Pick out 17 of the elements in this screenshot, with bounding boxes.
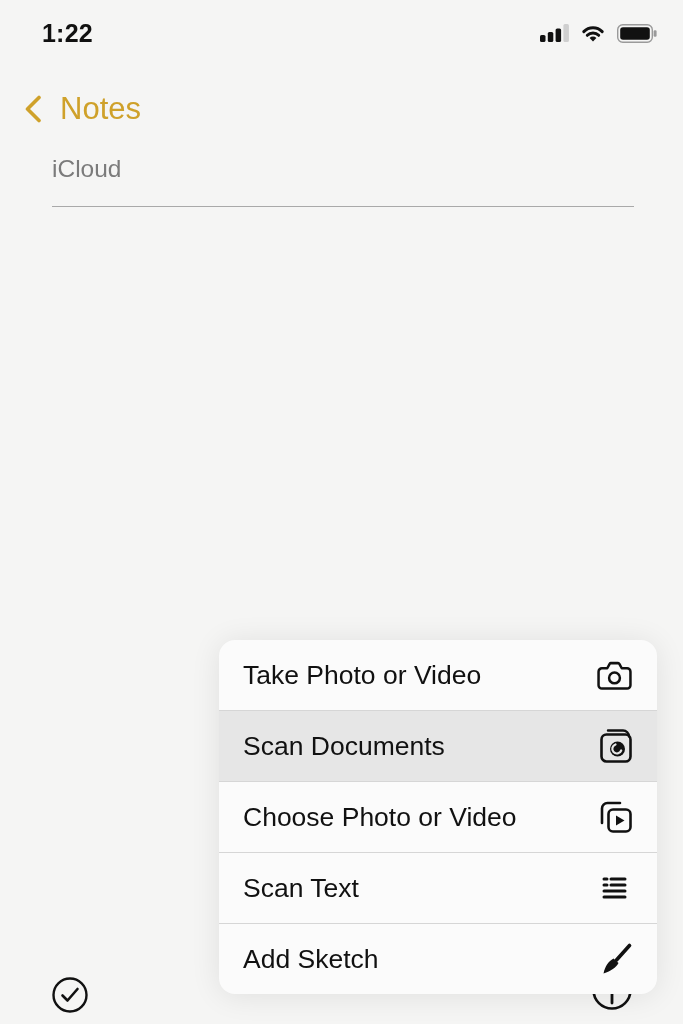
battery-icon	[617, 23, 657, 43]
checkmark-circle-icon[interactable]	[52, 977, 88, 1013]
camera-icon	[597, 660, 632, 690]
menu-item[interactable]: Scan Documents	[219, 711, 657, 781]
brush-icon	[602, 943, 632, 975]
wifi-icon	[581, 24, 605, 42]
status-time: 1:22	[42, 18, 93, 48]
menu-item[interactable]: Scan Text	[219, 853, 657, 923]
document-scan-icon	[600, 729, 632, 763]
menu-item[interactable]: Choose Photo or Video	[219, 782, 657, 852]
back-chevron-icon	[24, 95, 42, 123]
text-lines-icon	[602, 877, 627, 899]
play-stack-icon	[600, 801, 632, 833]
signal-icon	[540, 24, 569, 42]
menu-item[interactable]: Take Photo or Video	[219, 640, 657, 710]
menu-item[interactable]: Add Sketch	[219, 924, 657, 994]
account-label: iCloud	[52, 154, 123, 184]
